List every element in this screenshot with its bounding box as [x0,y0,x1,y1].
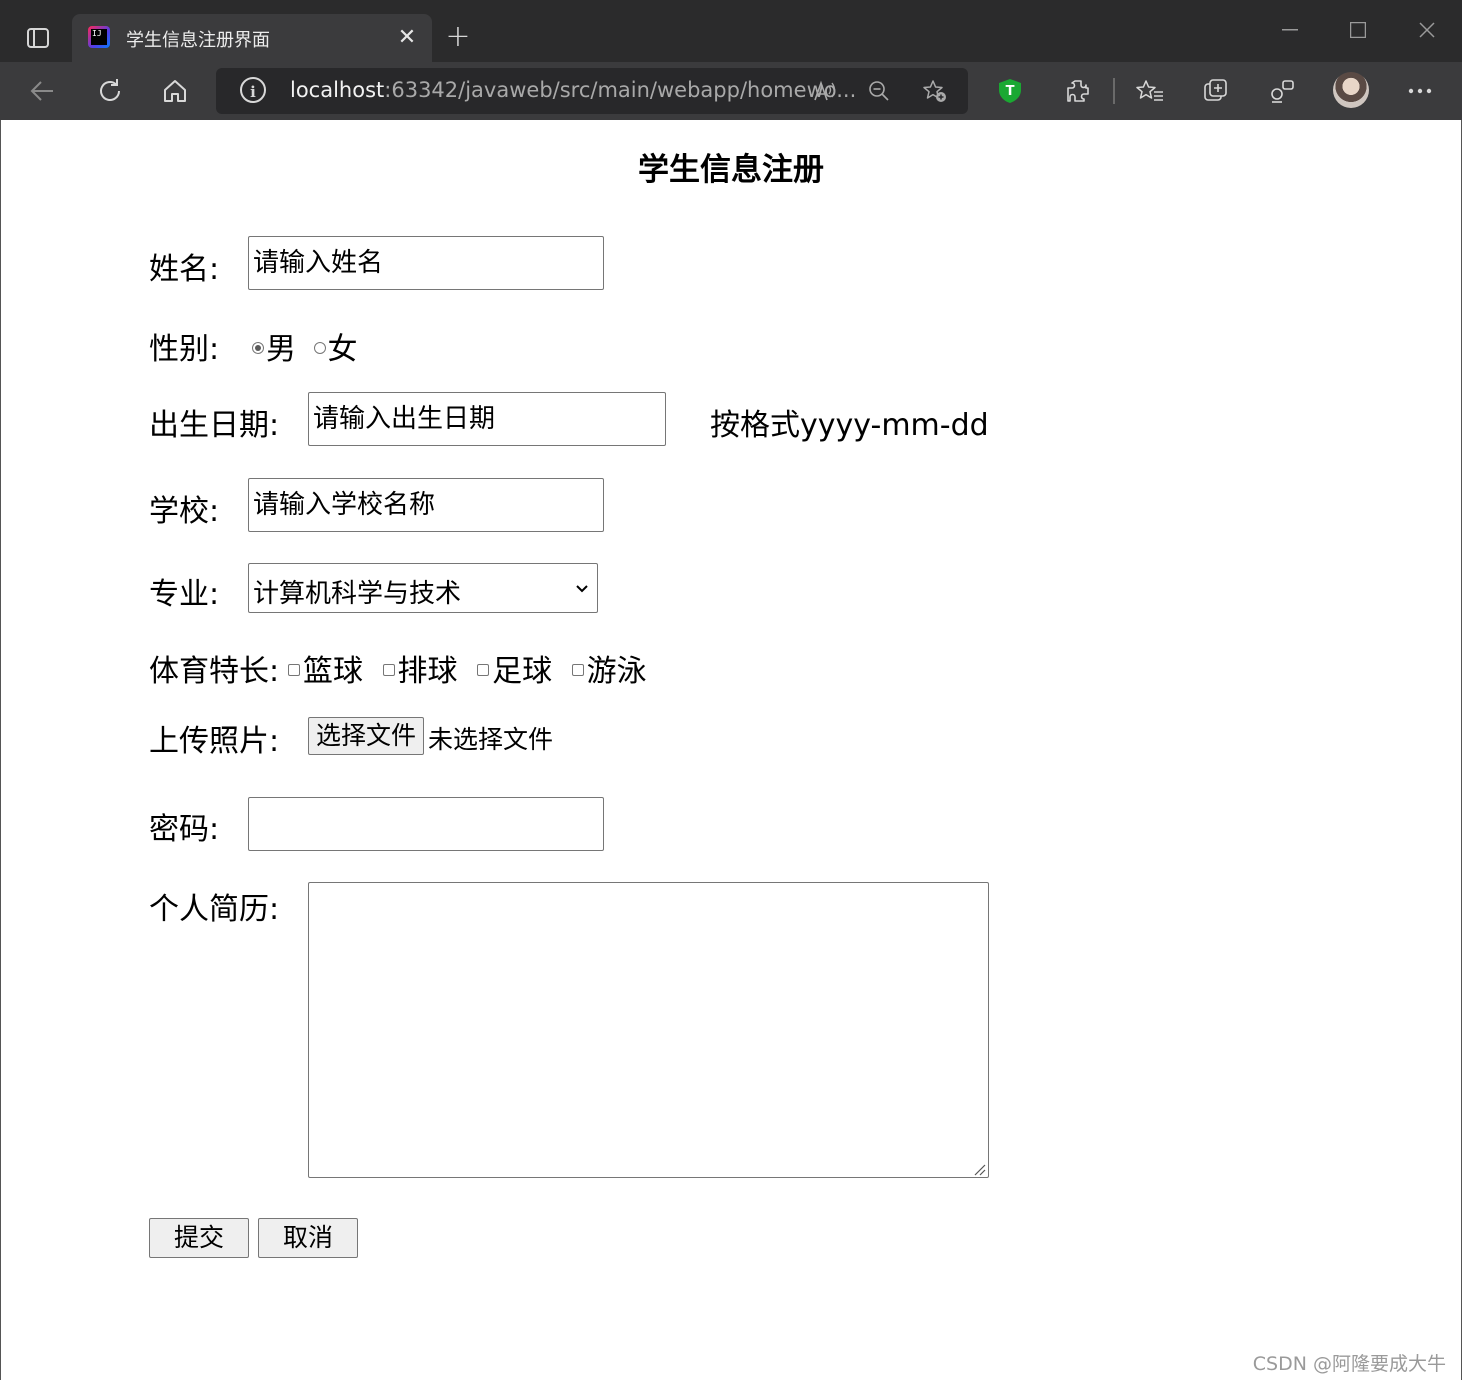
zoom-out-icon[interactable] [862,74,896,108]
school-input[interactable] [248,478,604,532]
minimize-icon[interactable] [1270,10,1310,50]
home-icon[interactable] [155,71,195,111]
tab-actions-icon[interactable] [20,20,56,56]
shield-extension-icon[interactable]: T [998,78,1022,104]
gender-group: 男 女 [252,324,358,368]
gender-female-label: 女 [327,332,358,367]
sports-group: 篮球 排球 足球 游泳 [278,646,647,690]
address-bar[interactable]: i localhost:63342/javaweb/src/main/webap… [216,68,968,114]
profile-avatar[interactable] [1333,72,1369,108]
sport-basketball-label: 篮球 [303,654,363,689]
viewport-border-left [0,120,1,1380]
submit-button[interactable]: 提交 [149,1218,249,1258]
sport-football-checkbox[interactable] [477,663,490,676]
window-close-icon[interactable] [1407,10,1447,50]
name-label: 姓名: [149,252,220,287]
resize-grip-icon[interactable] [972,1162,986,1176]
page-title: 学生信息注册 [638,152,824,188]
school-label: 学校: [149,494,220,529]
major-selected-value: 计算机科学与技术 [253,579,462,609]
sport-swimming-checkbox[interactable] [571,663,584,676]
add-favorite-icon[interactable] [918,74,952,108]
watermark: CSDN @阿隆要成大牛 [1252,1353,1446,1375]
toolbar-separator [1113,78,1115,104]
chevron-down-icon [575,578,589,599]
choose-file-button[interactable]: 选择文件 [308,717,424,755]
read-aloud-icon[interactable] [808,74,842,108]
maximize-icon[interactable] [1338,10,1378,50]
new-tab-button[interactable]: + [440,18,476,54]
sport-basketball-checkbox[interactable] [288,663,300,676]
major-label: 专业: [149,577,220,612]
site-info-icon[interactable]: i [240,77,266,103]
password-label: 密码: [149,812,220,847]
url-text[interactable]: localhost:63342/javaweb/src/main/webapp/… [290,78,856,102]
sport-volleyball-label: 排球 [397,654,458,689]
active-tab[interactable]: IJ 学生信息注册界面 ✕ [72,14,432,62]
svg-text:T: T [1006,84,1015,99]
tab-bar: IJ 学生信息注册界面 ✕ + [0,0,1462,62]
gender-label: 性别: [149,332,220,367]
password-input[interactable] [248,797,604,851]
resume-textarea[interactable] [308,882,989,1178]
gender-male-radio[interactable] [252,341,264,354]
cancel-button[interactable]: 取消 [258,1218,358,1258]
browser-toolbar: i localhost:63342/javaweb/src/main/webap… [0,62,1462,120]
file-status-text: 未选择文件 [428,725,554,754]
photo-label: 上传照片: [149,724,280,759]
more-options-icon[interactable] [1400,71,1440,111]
major-select[interactable]: 计算机科学与技术 [248,563,598,613]
collections-icon[interactable] [1196,71,1236,111]
birth-date-label: 出生日期: [149,408,280,443]
sport-volleyball-checkbox[interactable] [382,663,395,676]
gender-female-radio[interactable] [313,341,326,354]
name-input[interactable] [248,236,604,290]
intellij-favicon-icon: IJ [88,26,110,48]
sports-label: 体育特长: [149,654,280,689]
gender-male-label: 男 [266,332,296,367]
sport-swimming-label: 游泳 [586,654,647,689]
birth-date-input[interactable] [308,392,666,446]
tab-title: 学生信息注册界面 [126,30,270,51]
sport-football-label: 足球 [492,654,553,689]
birth-date-hint: 按格式yyyy-mm-dd [710,408,989,443]
resume-label: 个人简历: [149,892,280,927]
back-arrow-icon[interactable] [22,71,62,111]
favorites-icon[interactable] [1130,71,1170,111]
close-icon[interactable]: ✕ [392,22,422,52]
refresh-icon[interactable] [90,71,130,111]
extensions-icon[interactable] [1058,71,1098,111]
performance-icon[interactable] [1262,71,1302,111]
